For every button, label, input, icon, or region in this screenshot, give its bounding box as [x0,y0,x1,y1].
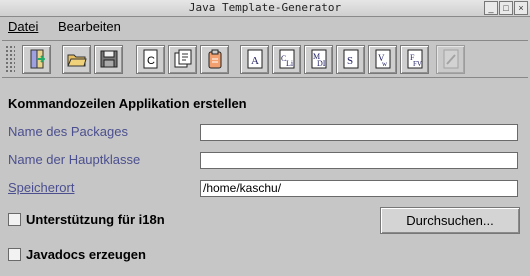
svg-text:C: C [147,55,155,67]
svg-text:FV: FV [413,60,422,68]
open-folder-icon [67,54,87,67]
open-button[interactable] [62,45,91,74]
maximize-button[interactable]: □ [499,1,513,15]
i18n-checkbox[interactable] [8,213,21,226]
template-s-button[interactable]: S [336,45,365,74]
javadoc-checkbox[interactable] [8,248,21,261]
new-application-icon [174,49,192,68]
template-s-icon: S [343,49,359,69]
javadoc-checkbox-label: Javadocs erzeugen [26,247,146,262]
toolbar-grip[interactable] [5,45,15,73]
svg-text:S: S [347,55,353,67]
template-cli-icon: CLi [279,49,295,69]
menu-datei-label: Datei [8,19,39,34]
new-application-button[interactable] [168,45,197,74]
toolbar: C A C Li M DI S Vw F FV [2,40,528,78]
exit-door-icon [30,49,45,69]
disabled-action-icon [443,49,459,69]
app-window: Java Template-Generator _ □ × Datei Bear… [0,0,530,276]
svg-text:DI: DI [317,59,326,68]
storage-location-input[interactable] [200,180,518,197]
storage-location-label: Speicherort [8,180,75,195]
svg-text:A: A [251,55,259,67]
new-class-icon: C [143,49,158,69]
new-applet-icon [208,49,222,69]
template-a-icon: A [247,49,263,69]
close-button[interactable]: × [514,1,528,15]
i18n-checkbox-row[interactable]: Unterstützung für i18n [8,212,228,228]
browse-button-label: Durchsuchen... [406,213,494,228]
template-v-button[interactable]: Vw [368,45,397,74]
section-title: Kommandozeilen Applikation erstellen [8,96,247,111]
title-bar: Java Template-Generator _ □ × [0,0,530,17]
menu-bearbeiten[interactable]: Bearbeiten [58,19,121,34]
i18n-checkbox-label: Unterstützung für i18n [26,212,165,227]
template-a-button[interactable]: A [240,45,269,74]
main-class-label: Name der Hauptklasse [8,152,141,167]
new-class-button[interactable]: C [136,45,165,74]
package-name-input[interactable] [200,124,518,141]
new-applet-button[interactable] [200,45,229,74]
template-fv-icon: FFV [407,49,423,69]
javadoc-checkbox-row[interactable]: Javadocs erzeugen [8,247,228,263]
template-fv-button[interactable]: F FV [400,45,429,74]
template-cli-button[interactable]: C Li [272,45,301,74]
template-mdi-button[interactable]: M DI [304,45,333,74]
main-class-input[interactable] [200,152,518,169]
menu-bearbeiten-label: Bearbeiten [58,19,121,34]
template-mdi-icon: MDI [311,49,327,69]
exit-button[interactable] [22,45,51,74]
window-title: Java Template-Generator [188,1,342,14]
save-disk-icon [100,50,118,68]
browse-button[interactable]: Durchsuchen... [380,207,520,234]
disabled-action-button[interactable] [436,45,465,74]
minimize-button[interactable]: _ [484,1,498,15]
menu-bar: Datei Bearbeiten [0,17,530,37]
template-v-icon: Vw [375,49,391,69]
save-button[interactable] [94,45,123,74]
menu-datei[interactable]: Datei [8,19,38,34]
svg-text:Li: Li [286,59,294,68]
package-name-label: Name des Packages [8,124,128,139]
